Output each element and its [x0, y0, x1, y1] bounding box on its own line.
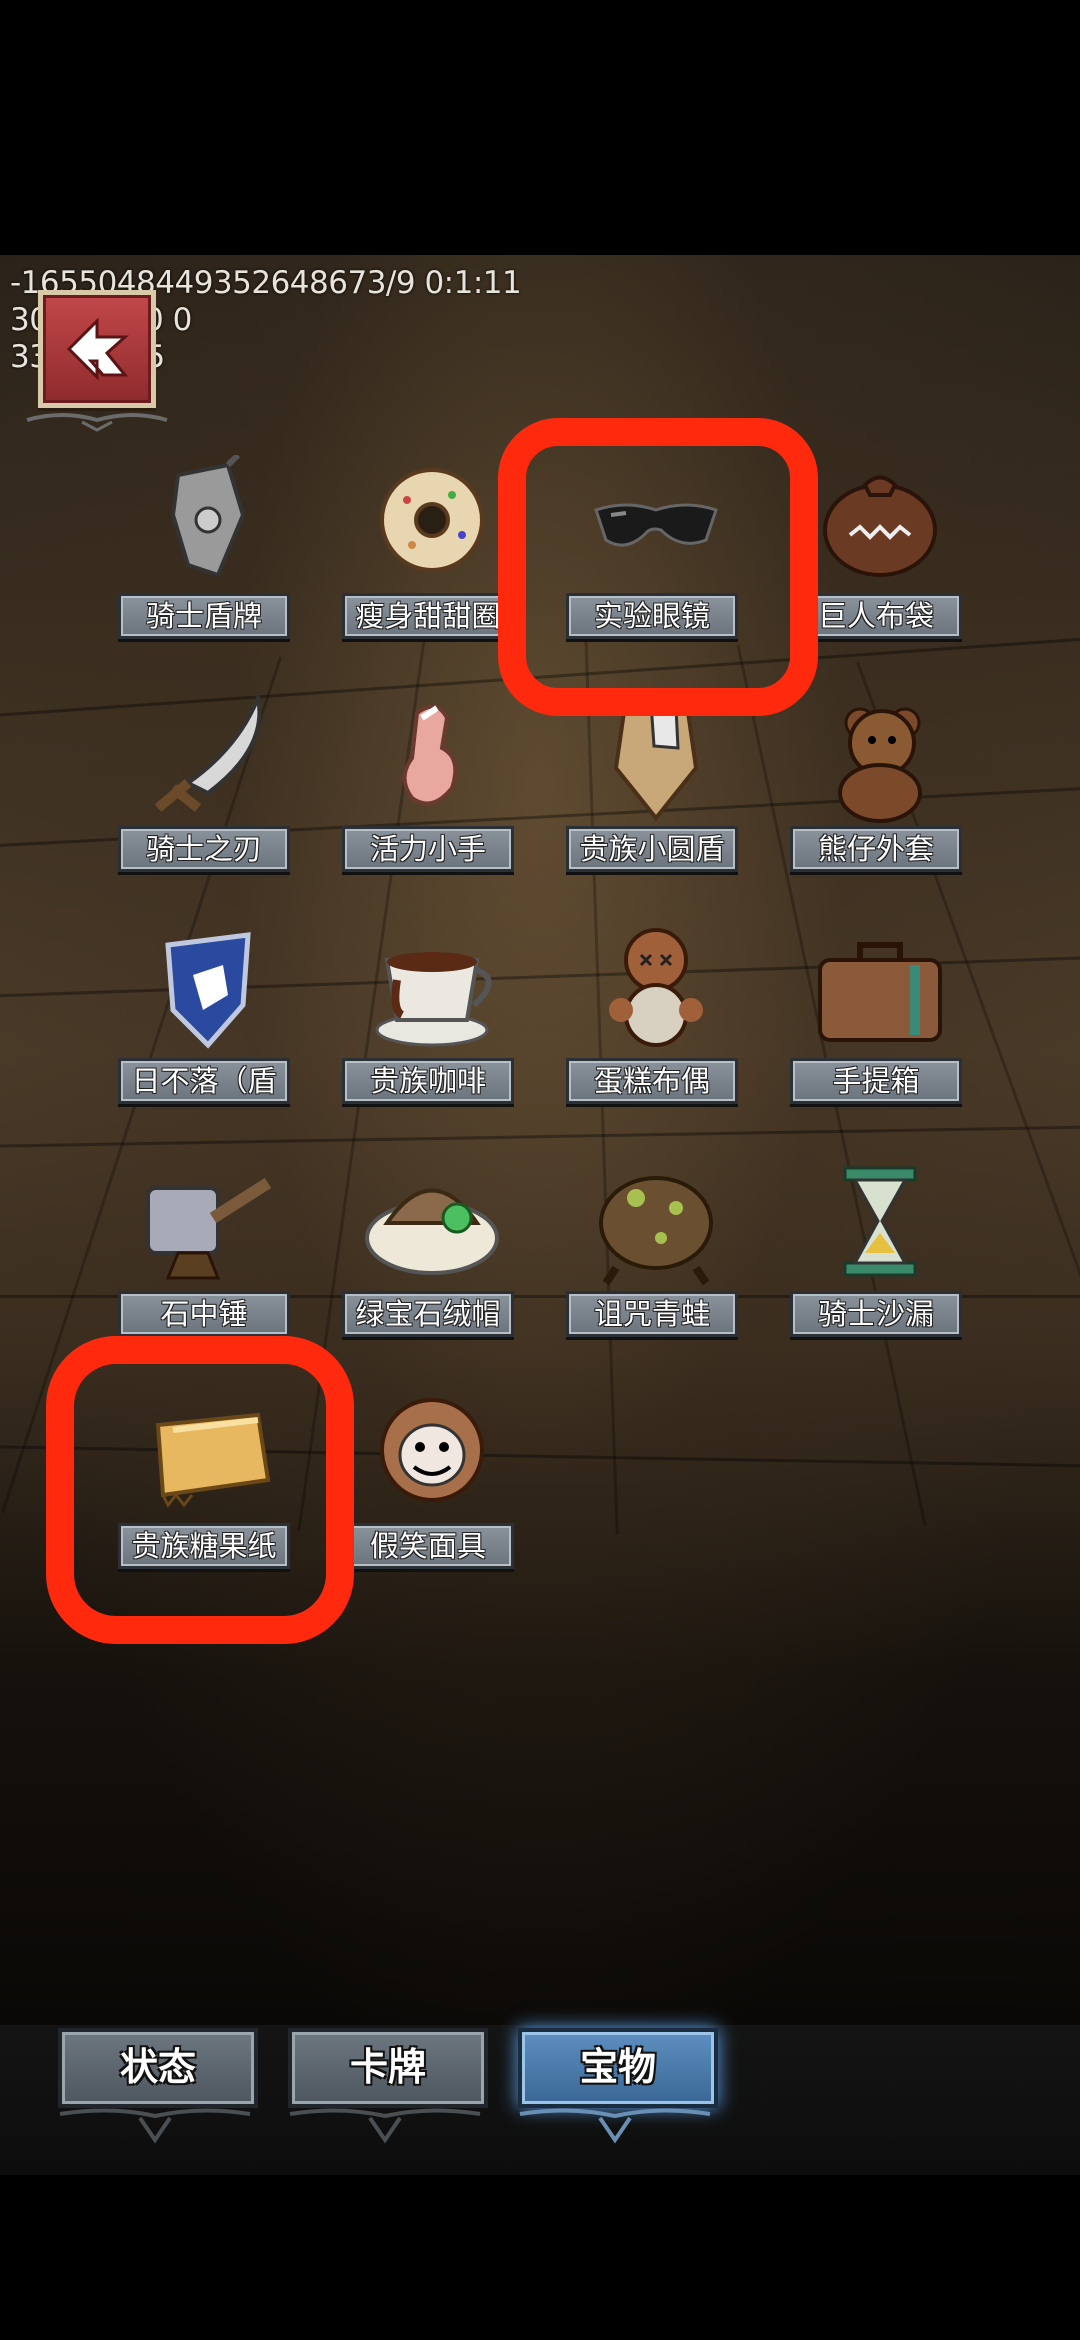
treasure-item[interactable]: 骑士盾牌 — [118, 455, 298, 655]
coffee-cup-icon — [375, 952, 492, 1047]
treasure-item[interactable]: 假笑面具 — [342, 1385, 522, 1585]
treasure-item[interactable]: 手提箱 — [790, 920, 970, 1120]
smile-mask-icon — [380, 1398, 484, 1502]
knight-shield-icon — [170, 455, 246, 578]
treasure-item[interactable]: 熊仔外套 — [790, 688, 970, 888]
treasure-item-label: 瘦身甜甜圈 — [342, 593, 514, 639]
tab-ornament — [519, 2108, 711, 2144]
fur-hat-icon — [365, 1188, 499, 1275]
treasure-item-label: 骑士沙漏 — [790, 1291, 962, 1337]
blade-icon — [154, 691, 262, 812]
treasure-item[interactable]: 诅咒青蛙 — [566, 1153, 746, 1353]
tab-ornament — [289, 2108, 481, 2144]
treasure-item[interactable]: 骑士沙漏 — [790, 1153, 970, 1353]
treasure-item[interactable]: 蛋糕布偶 — [566, 920, 746, 1120]
treasure-item[interactable]: 贵族咖啡 — [342, 920, 522, 1120]
treasure-item-label: 贵族咖啡 — [342, 1058, 514, 1104]
hourglass-icon — [843, 1166, 917, 1277]
treasure-item[interactable]: 活力小手 — [342, 688, 522, 888]
back-button[interactable] — [38, 290, 156, 408]
treasure-item-label: 骑士之刃 — [118, 826, 290, 872]
tab-cards[interactable]: 卡牌 — [288, 2028, 488, 2108]
treasure-item-label: 熊仔外套 — [790, 826, 962, 872]
treasure-item-label: 贵族小圆盾 — [566, 826, 738, 872]
treasure-item-label: 手提箱 — [790, 1058, 962, 1104]
crest-shield-icon — [165, 932, 251, 1049]
treasure-item-label: 蛋糕布偶 — [566, 1058, 738, 1104]
treasure-item[interactable]: 骑士之刃 — [118, 688, 298, 888]
teddy-bear-icon — [838, 707, 922, 823]
annotation-circle-glasses — [498, 418, 818, 716]
treasure-item-label: 绿宝石绒帽 — [342, 1291, 514, 1337]
treasure-item-label: 活力小手 — [342, 826, 514, 872]
tab-status[interactable]: 状态 — [58, 2028, 258, 2108]
treasure-item[interactable]: 绿宝石绒帽 — [342, 1153, 522, 1353]
top-letterbox — [0, 0, 1080, 255]
treasure-item[interactable]: 瘦身甜甜圈 — [342, 455, 522, 655]
treasure-item-label: 石中锤 — [118, 1291, 290, 1337]
tab-treasures[interactable]: 宝物 — [518, 2028, 718, 2108]
back-button-ornament — [26, 413, 168, 432]
cursed-frog-icon — [599, 1176, 713, 1286]
treasure-item[interactable]: 贵族小圆盾 — [566, 688, 746, 888]
treasure-item[interactable]: 日不落（盾 — [118, 920, 298, 1120]
annotation-circle-candy-wrapper — [46, 1336, 354, 1644]
treasure-item-label: 诅咒青蛙 — [566, 1291, 738, 1337]
back-arrow-icon — [66, 317, 129, 381]
voodoo-doll-icon — [609, 928, 703, 1047]
treasure-item[interactable]: 石中锤 — [118, 1153, 298, 1353]
hammer-icon — [146, 1177, 272, 1280]
hand-icon — [402, 704, 458, 806]
donut-icon — [380, 468, 484, 572]
tab-ornament — [59, 2108, 251, 2144]
suitcase-icon — [818, 942, 942, 1042]
treasure-item-label: 骑士盾牌 — [118, 593, 290, 639]
treasure-item-label: 假笑面具 — [342, 1523, 514, 1569]
treasure-item-label: 日不落（盾 — [118, 1058, 290, 1104]
